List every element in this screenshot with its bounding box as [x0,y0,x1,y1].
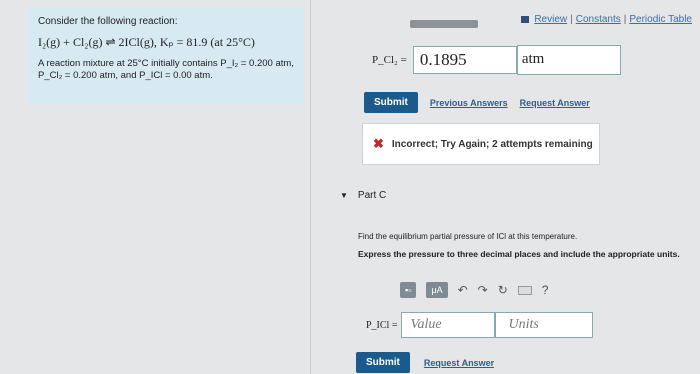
answer-label: P_ICl = [366,319,398,331]
part-c-question: Find the equilibrium partial pressure of… [358,232,578,241]
feedback-box: ✖ Incorrect; Try Again; 2 attempts remai… [362,123,600,165]
submit-button[interactable]: Submit [364,92,418,113]
top-links: Review | Constants | Periodic Table [521,14,692,25]
problem-intro: Consider the following reaction: [38,16,178,27]
reaction-equation: I₂(g) + Cl₂(g) ⇌ 2ICl(g), Kₚ = 81.9 (at … [38,35,255,49]
part-b-answer-row: P_Cl₂ = 0.1895 atm [372,45,621,75]
units-input[interactable]: Units [495,312,594,338]
part-c-header[interactable]: ▼ Part C [340,190,386,201]
answer-label: P_Cl₂ = [372,54,407,66]
initial-conditions: A reaction mixture at 25°C initially con… [38,58,294,81]
part-c-actions: Submit Request Answer [356,352,494,373]
template-icon[interactable]: ▪▫ [400,282,417,298]
feedback-text: Incorrect; Try Again; 2 attempts remaini… [391,138,593,150]
math-toolbar-collapsed [410,20,478,28]
panel-divider [310,0,311,374]
math-toolbar: ▪▫ μA ↶ ↷ ↻ ? [400,282,548,298]
undo-icon[interactable]: ↶ [458,283,468,297]
answer-unit-field[interactable]: atm [516,45,621,75]
incorrect-icon: ✖ [373,136,384,151]
previous-answers-link[interactable]: Previous Answers [430,98,508,108]
part-b-actions: Submit Previous Answers Request Answer [364,92,590,113]
periodic-table-link[interactable]: Periodic Table [629,14,692,25]
problem-statement: Consider the following reaction: I₂(g) +… [28,8,304,104]
request-answer-link[interactable]: Request Answer [424,358,494,368]
submit-button[interactable]: Submit [356,352,410,373]
part-c-instruction: Express the pressure to three decimal pl… [358,249,680,259]
reset-icon[interactable]: ↻ [498,283,508,297]
help-icon[interactable]: ? [542,283,549,297]
constants-link[interactable]: Constants [576,14,621,25]
book-icon [521,16,530,23]
separator: | [623,14,627,25]
separator: | [570,14,573,25]
collapse-triangle-icon[interactable]: ▼ [340,191,348,200]
part-title: Part C [357,190,387,201]
request-answer-link[interactable]: Request Answer [520,98,590,108]
part-c-answer-row: P_ICl = Value Units [366,312,594,338]
keyboard-icon[interactable] [517,285,532,295]
answer-value-field[interactable]: 0.1895 [412,46,517,74]
units-mu-button[interactable]: μA [426,282,448,298]
review-link[interactable]: Review [534,14,567,25]
redo-icon[interactable]: ↷ [478,283,488,297]
value-input[interactable]: Value [401,312,496,338]
